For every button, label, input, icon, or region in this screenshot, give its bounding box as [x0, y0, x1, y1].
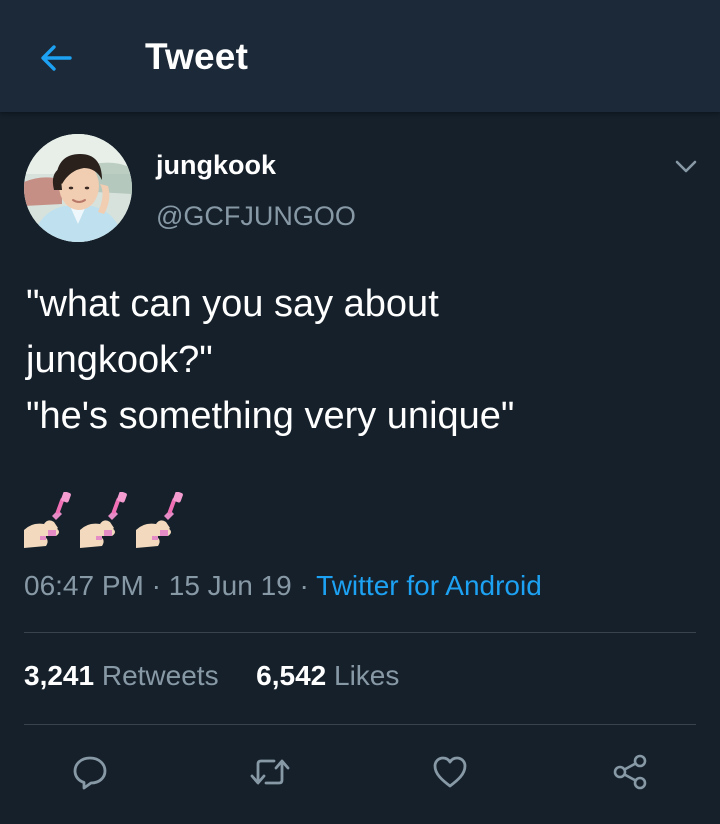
reply-button[interactable]	[62, 744, 118, 800]
share-button[interactable]	[602, 744, 658, 800]
top-app-bar: Tweet	[0, 0, 720, 112]
likes-label: Likes	[334, 660, 400, 691]
arrow-left-icon	[41, 45, 72, 71]
retweet-button[interactable]	[242, 744, 298, 800]
nail-polish-emoji	[24, 492, 71, 548]
tweet-text-line: "what can you say about	[26, 283, 439, 325]
tweet-text: "what can you say about jungkook?" "he's…	[26, 276, 686, 444]
tweet-time: 06:47 PM	[24, 570, 144, 601]
nail-polish-emoji	[136, 492, 183, 548]
emoji-row	[22, 492, 190, 554]
tweet-text-line: jungkook?"	[26, 339, 213, 381]
like-icon	[433, 756, 467, 788]
tweet-text-line: "he's something very unique"	[26, 395, 515, 437]
tweet-metadata: 06:47 PM · 15 Jun 19 · Twitter for Andro…	[24, 570, 542, 602]
tweet-action-bar	[0, 744, 720, 800]
meta-separator: ·	[291, 570, 317, 601]
chevron-down-icon	[675, 160, 697, 173]
author-display-name[interactable]: jungkook	[156, 150, 276, 181]
likes-count: 6,542	[256, 660, 327, 691]
retweets-stat[interactable]: 3,241 Retweets	[24, 660, 219, 691]
like-button[interactable]	[422, 744, 478, 800]
avatar[interactable]	[24, 134, 132, 242]
divider	[24, 632, 696, 633]
reply-icon	[73, 756, 107, 790]
meta-separator: ·	[143, 570, 169, 601]
page-title: Tweet	[145, 36, 249, 77]
share-icon	[613, 754, 647, 790]
avatar-image	[24, 134, 132, 242]
author-handle[interactable]: @GCFJUNGOO	[156, 201, 356, 232]
retweets-label: Retweets	[101, 660, 219, 691]
tweet-options-button[interactable]	[668, 148, 704, 184]
back-button[interactable]	[28, 30, 84, 86]
tweet-source-link[interactable]: Twitter for Android	[316, 570, 542, 601]
nail-polish-emoji	[80, 492, 127, 548]
tweet-date: 15 Jun 19	[168, 570, 292, 601]
divider	[24, 724, 696, 725]
likes-stat[interactable]: 6,542 Likes	[256, 660, 399, 691]
retweet-icon	[250, 759, 290, 785]
tweet-detail-screen: Tweet jungkook @GCFJUNGOO "what can you …	[0, 0, 720, 824]
tweet-stats: 3,241 Retweets 6,542 Likes	[24, 660, 399, 692]
retweets-count: 3,241	[24, 660, 95, 691]
